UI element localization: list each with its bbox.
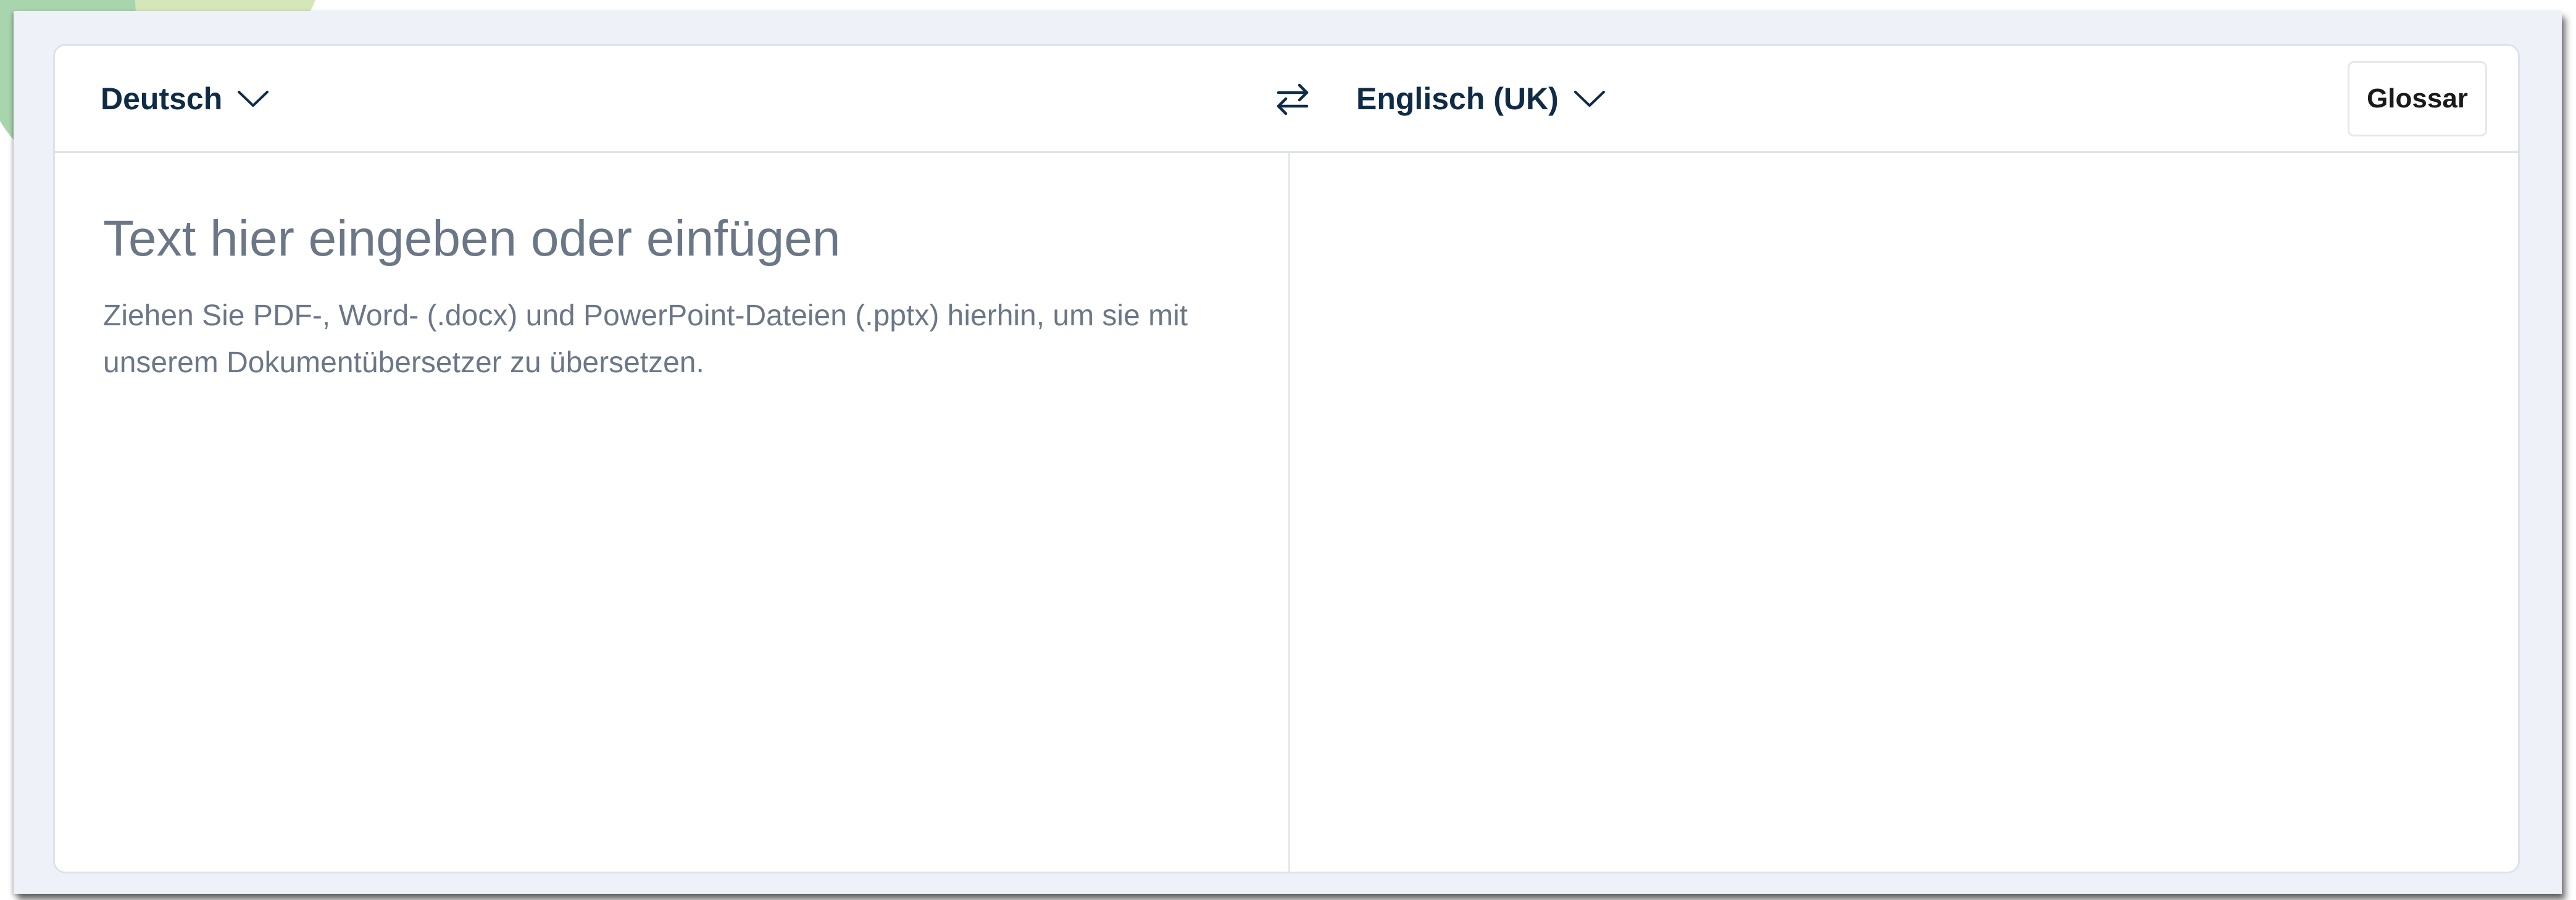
swap-languages-button[interactable] bbox=[1270, 77, 1315, 122]
source-placeholder: Text hier eingeben oder einfügen bbox=[103, 210, 841, 267]
source-language-selector[interactable]: Deutsch bbox=[101, 46, 269, 151]
translator-card: Deutsch Englisch (UK) Glossar Text hier … bbox=[53, 44, 2520, 873]
document-drop-hint: Ziehen Sie PDF-, Word- (.docx) und Power… bbox=[103, 299, 1188, 379]
translator-frame: Deutsch Englisch (UK) Glossar Text hier … bbox=[14, 11, 2562, 894]
swap-arrows-icon bbox=[1277, 83, 1309, 115]
source-language-label: Deutsch bbox=[101, 81, 223, 116]
target-language-label: Englisch (UK) bbox=[1356, 81, 1559, 116]
target-text-area[interactable] bbox=[1290, 153, 2518, 872]
chevron-down-icon bbox=[1574, 90, 1605, 107]
language-bar: Deutsch Englisch (UK) Glossar bbox=[55, 46, 2518, 153]
glossary-button[interactable]: Glossar bbox=[2348, 61, 2487, 136]
source-text-area[interactable]: Text hier eingeben oder einfügen Ziehen … bbox=[55, 153, 1288, 872]
target-language-selector[interactable]: Englisch (UK) bbox=[1356, 46, 1606, 151]
chevron-down-icon bbox=[238, 90, 269, 107]
